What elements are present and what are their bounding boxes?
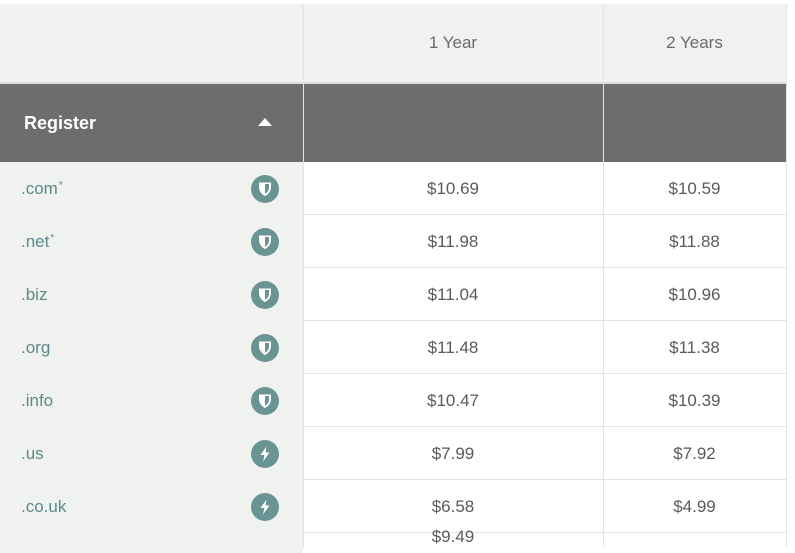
header-1-year: 1 Year [428,33,478,52]
table-row: .us $7.99 $7.92 [0,427,795,480]
price-1-year: $7.99 [431,443,475,463]
price-2-years: $7.92 [673,443,716,463]
header-empty-cell [0,4,303,82]
column-divider [603,4,604,547]
tld-cell: .biz [0,268,303,321]
price-1-year: $11.98 [427,231,479,251]
shield-icon[interactable] [251,175,279,203]
shield-icon[interactable] [251,281,279,309]
price-1-year: $9.49 [431,527,475,546]
tld-cell: .co.uk [0,480,303,533]
pricing-table-header: 1 Year 2 Years [0,4,795,84]
tld-cell: .info [0,374,303,427]
tld-link[interactable]: .net * [21,215,54,268]
price-2-years: $10.59 [668,178,721,198]
column-divider [786,4,787,547]
price-1-year: $11.48 [427,337,479,357]
shield-icon[interactable] [251,387,279,415]
shield-icon[interactable] [251,334,279,362]
register-label: Register [24,112,97,133]
header-2-years: 2 Years [666,33,723,52]
tld-name: .info [21,390,54,410]
tld-link[interactable]: .us [21,427,45,480]
tld-asterisk: * [58,180,63,191]
table-row-partial: $9.49 [0,527,795,553]
tld-link[interactable]: .org [21,321,51,374]
pricing-rows: .com * $10.69 $10.59 .net * $11.98 $11.88 .biz $1… [0,162,795,553]
lightning-icon[interactable] [251,440,279,468]
price-2-years: $11.88 [669,231,720,251]
table-row: .info $10.47 $10.39 [0,374,795,427]
table-row: .biz $11.04 $10.96 [0,268,795,321]
register-section-toggle[interactable]: Register [0,84,795,162]
table-row: .org $11.48 $11.38 [0,321,795,374]
tld-link[interactable]: .biz [21,268,48,321]
column-divider [303,4,304,547]
tld-name: .net [21,231,50,251]
tld-asterisk: * [50,233,55,244]
tld-cell [0,533,303,553]
price-1-year: $11.04 [427,284,479,304]
table-edge [786,4,795,547]
price-1-year: $10.69 [427,178,479,198]
shield-icon[interactable] [251,228,279,256]
tld-name: .org [21,337,51,357]
tld-cell: .us [0,427,303,480]
price-2-years: $4.99 [673,496,716,516]
tld-link[interactable]: .com * [21,162,63,215]
caret-up-icon[interactable] [258,118,272,126]
lightning-icon[interactable] [251,493,279,521]
price-2-years: $10.96 [668,284,721,304]
tld-name: .us [21,443,44,463]
tld-cell: .org [0,321,303,374]
price-1-year: $10.47 [427,390,479,410]
tld-name: .biz [21,284,48,304]
price-2-years: $10.39 [668,390,721,410]
tld-link[interactable]: .co.uk [21,480,67,533]
tld-cell: .net * [0,215,303,268]
tld-name: .co.uk [21,496,67,516]
table-row: .com * $10.69 $10.59 [0,162,795,215]
tld-cell: .com * [0,162,303,215]
price-2-years: $11.38 [669,337,720,357]
table-row: .net * $11.98 $11.88 [0,215,795,268]
tld-name: .com [21,178,58,198]
tld-link[interactable]: .info [21,374,54,427]
